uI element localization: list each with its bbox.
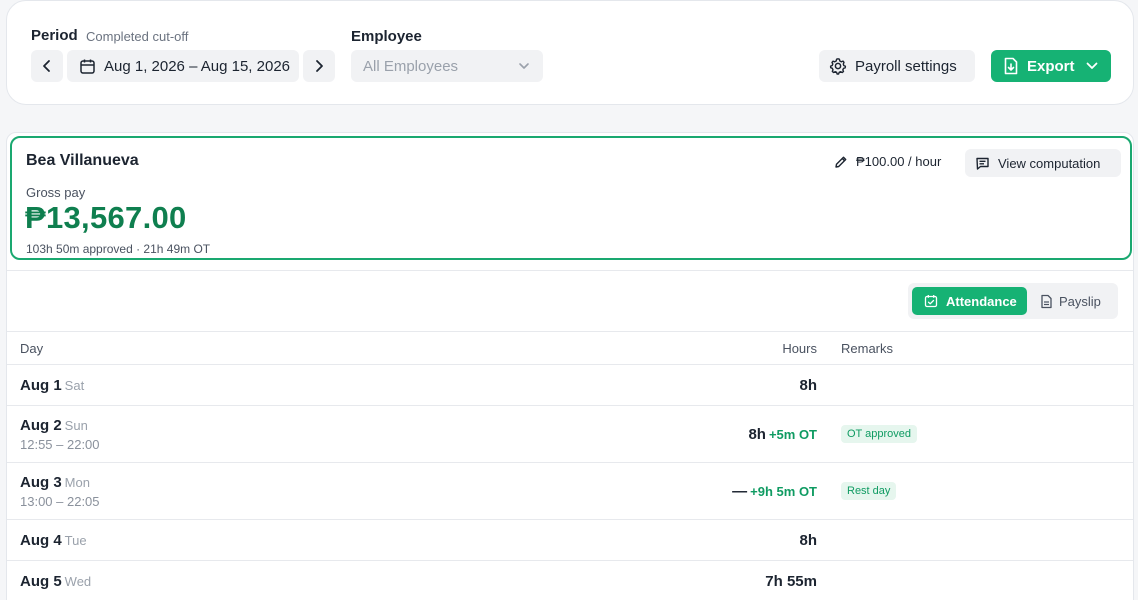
row-weekday: Wed [64,574,92,589]
row-hours: — +9h 5m OT [732,483,817,500]
view-computation-button[interactable]: View computation [965,149,1121,177]
column-header-remarks[interactable]: Remarks [841,341,893,356]
table-row[interactable]: Aug 1 Sat 8h [7,365,1133,405]
file-export-icon [1004,57,1018,75]
hours-summary: 103h 50m approved · 21h 49m OT [26,242,211,256]
column-header-hours[interactable]: Hours [782,341,817,356]
chevron-left-icon [43,60,50,72]
remark-badge: OT approved [841,425,918,443]
gear-icon [829,58,847,75]
row-day: Aug 1 Sat [20,377,84,394]
divider [7,331,1133,332]
hourly-rate-edit[interactable]: ₱100.00 / hour [834,154,941,169]
payroll-detail-card: Bea Villanueva ₱100.00 / hour View compu… [6,132,1134,600]
gross-pay-value: ₱13,567.00 [25,200,187,235]
document-icon [1041,294,1052,308]
row-date: Aug 1 [20,377,62,394]
row-weekday: Sat [64,378,85,393]
chevron-down-icon [1086,62,1097,69]
payroll-settings-label: Payroll settings [855,57,957,75]
chevron-right-icon [316,60,323,72]
previous-period-button[interactable] [31,50,63,82]
row-weekday: Sun [64,418,88,433]
hourly-rate: ₱100.00 / hour [856,154,942,169]
view-tabs: Attendance Payslip [908,283,1118,319]
row-overtime: +5m OT [768,427,817,442]
period-label: Period [31,27,78,44]
tab-attendance[interactable]: Attendance [912,287,1027,315]
remark-badge: Rest day [841,482,897,500]
divider [7,270,1133,271]
calendar-check-icon [924,295,938,308]
row-date: Aug 4 [20,532,62,549]
tab-attendance-label: Attendance [946,293,1017,309]
row-hours: 8h +5m OT [748,426,817,443]
export-button[interactable]: Export [991,50,1111,82]
row-hours: 7h 55m [765,573,817,590]
tab-payslip[interactable]: Payslip [1040,287,1101,315]
next-period-button[interactable] [303,50,335,82]
row-hours-value: 8h [799,532,817,549]
calendar-icon [80,59,95,74]
row-hours-value: 7h 55m [765,573,817,590]
pencil-icon [835,156,847,168]
payroll-settings-button[interactable]: Payroll settings [819,50,975,82]
column-header-day[interactable]: Day [20,341,43,356]
filter-card: Period Completed cut-off Aug 1, 2026 – A… [6,0,1134,105]
row-day: Aug 4 Tue [20,532,87,549]
row-day: Aug 3 Mon [20,474,90,491]
row-weekday: Mon [64,475,90,490]
row-overtime: +9h 5m OT [750,484,817,499]
table-row[interactable]: Aug 2 Sun 12:55 – 22:00 8h +5m OT OT appro… [7,406,1133,462]
row-time-range: 13:00 – 22:05 [20,494,100,509]
tab-payslip-label: Payslip [1059,293,1101,309]
table-row[interactable]: Aug 5 Wed 7h 55m [7,561,1133,600]
view-computation-label: View computation [998,155,1101,171]
employee-select[interactable]: All Employees [351,50,543,82]
row-day: Aug 2 Sun [20,417,88,434]
row-hours: 8h [799,532,817,549]
message-icon [976,157,989,170]
period-status: Completed cut-off [86,29,189,44]
employee-name: Bea Villanueva [26,152,139,169]
employee-summary[interactable]: Bea Villanueva ₱100.00 / hour View compu… [10,136,1132,260]
row-time-range: 12:55 – 22:00 [20,437,100,452]
row-hours-value: 8h [799,377,817,394]
date-range-text: Aug 1, 2026 – Aug 15, 2026 [104,57,290,75]
chevron-down-icon [519,63,529,69]
row-date: Aug 3 [20,474,62,491]
gross-pay-label: Gross pay [26,185,86,200]
row-hours-value: 8h [748,426,766,443]
row-hours: 8h [799,377,817,394]
row-date: Aug 2 [20,417,62,434]
row-weekday: Tue [64,533,87,548]
table-row[interactable]: Aug 3 Mon 13:00 – 22:05 — +9h 5m OT Rest d… [7,463,1133,519]
employee-select-value: All Employees [363,57,459,75]
employee-label: Employee [351,28,422,45]
export-label: Export [1027,57,1075,75]
table-row[interactable]: Aug 4 Tue 8h [7,520,1133,560]
row-date: Aug 5 [20,573,62,590]
date-range-button[interactable]: Aug 1, 2026 – Aug 15, 2026 [67,50,299,82]
row-day: Aug 5 Wed [20,573,91,590]
row-hours-value: — [732,483,748,500]
